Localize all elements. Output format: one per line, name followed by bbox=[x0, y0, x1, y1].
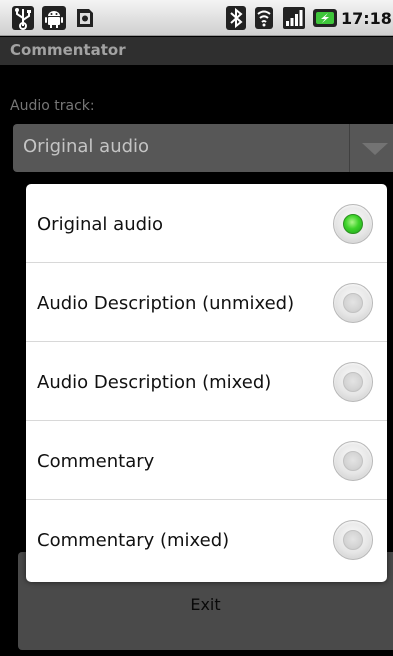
sd-card-icon bbox=[74, 6, 96, 30]
battery-charging-icon bbox=[312, 6, 338, 30]
radio-button[interactable] bbox=[333, 520, 373, 560]
radio-button[interactable] bbox=[333, 441, 373, 481]
radio-button[interactable] bbox=[333, 283, 373, 323]
signal-icon bbox=[282, 6, 306, 30]
option-commentary-mixed[interactable]: Commentary (mixed) bbox=[26, 500, 387, 582]
bluetooth-icon bbox=[226, 6, 246, 30]
option-label: Audio Description (unmixed) bbox=[37, 293, 295, 314]
status-time: 17:18 bbox=[341, 9, 392, 28]
audio-track-dialog: Original audio Audio Description (unmixe… bbox=[26, 184, 387, 582]
app-title-bar: Commentator bbox=[0, 37, 393, 65]
option-original-audio[interactable]: Original audio bbox=[26, 184, 387, 263]
status-bar: 17:18 bbox=[0, 0, 393, 36]
option-label: Commentary (mixed) bbox=[37, 530, 230, 551]
app-title: Commentator bbox=[10, 41, 126, 59]
android-debug-icon bbox=[42, 6, 66, 30]
option-label: Audio Description (mixed) bbox=[37, 372, 272, 393]
usb-icon bbox=[12, 6, 34, 30]
radio-button[interactable] bbox=[333, 362, 373, 402]
option-audio-description-unmixed[interactable]: Audio Description (unmixed) bbox=[26, 263, 387, 342]
option-label: Original audio bbox=[37, 214, 164, 235]
wifi-icon bbox=[252, 6, 276, 30]
option-commentary[interactable]: Commentary bbox=[26, 421, 387, 500]
option-label: Commentary bbox=[37, 451, 155, 472]
radio-button-checked[interactable] bbox=[333, 204, 373, 244]
option-audio-description-mixed[interactable]: Audio Description (mixed) bbox=[26, 342, 387, 421]
